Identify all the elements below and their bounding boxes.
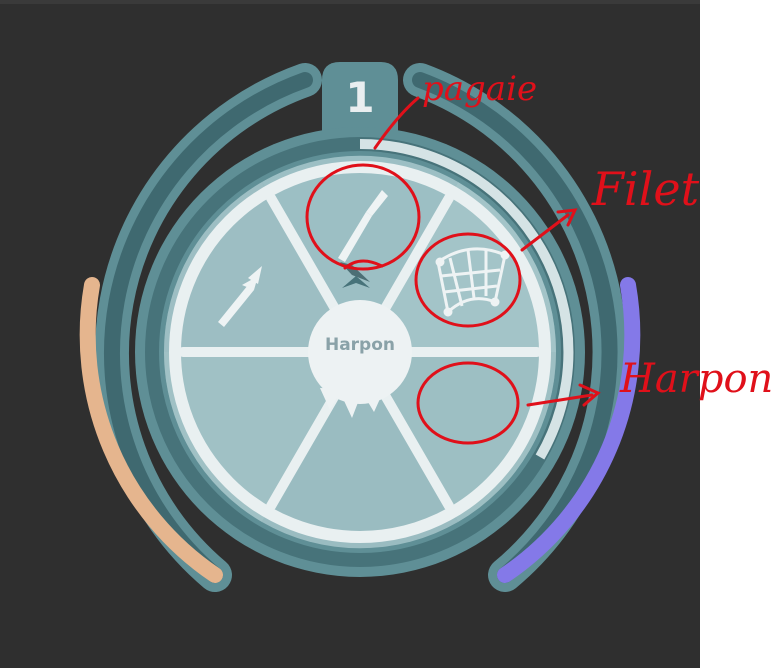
center-label: Harpon — [325, 335, 395, 355]
annotation-pagaie: pagaie — [422, 69, 537, 109]
weapon-wheel-hud: 1 Harpon pagaie Filet Harpon . — [79, 62, 781, 592]
annotation-filet: Filet — [591, 162, 700, 216]
game-hud-area: 1 Harpon pagaie Filet Harpon . — [0, 0, 781, 668]
slot-number: 1 — [345, 73, 374, 122]
annotation-harpon: Harpon . — [619, 356, 781, 402]
